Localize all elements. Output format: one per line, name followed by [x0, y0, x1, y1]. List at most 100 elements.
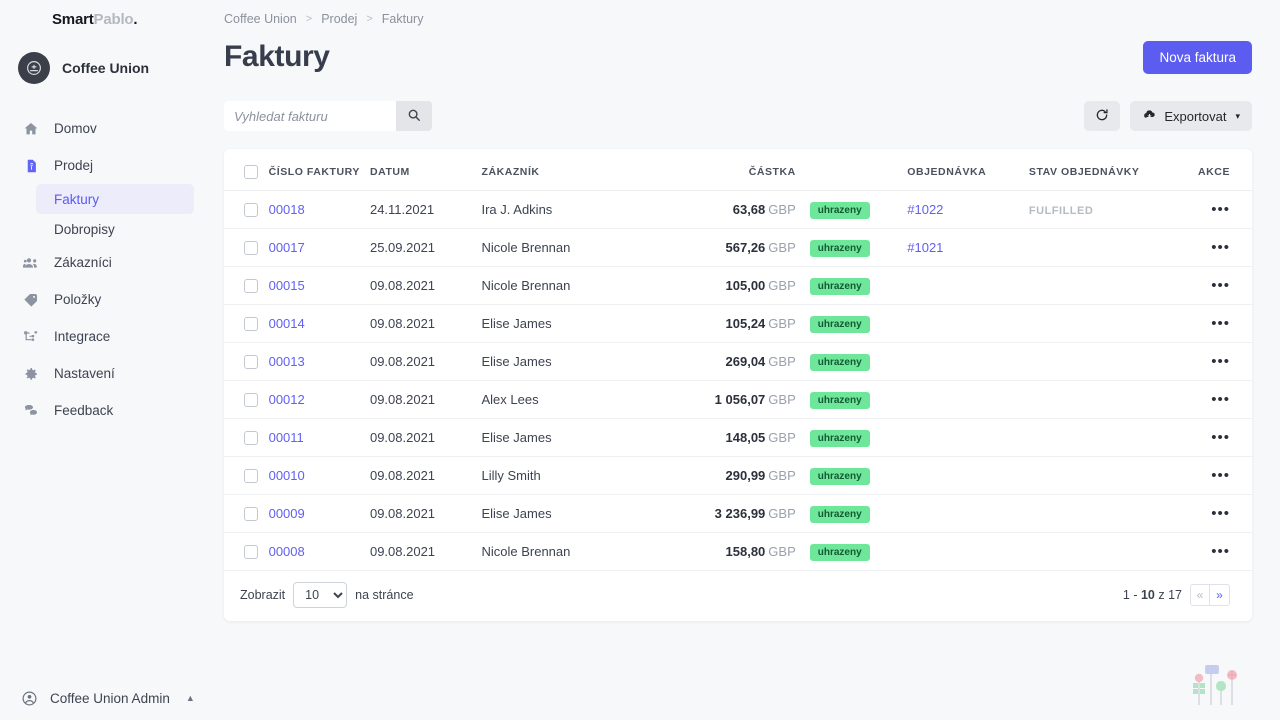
table-row[interactable]: 00008 09.08.2021 Nicole Brennan 158,80 GBP uh… — [224, 532, 1252, 571]
table-footer: Zobrazit 102550100 na stránce 1 - 10 z 1… — [224, 571, 1252, 621]
sidebar-item-dobropisy[interactable]: Dobropisy — [36, 214, 194, 244]
pagination-next-button[interactable]: » — [1210, 584, 1230, 606]
breadcrumb-item-1[interactable]: Prodej — [321, 12, 357, 26]
sidebar-item-faktury[interactable]: Faktury — [36, 184, 194, 214]
invoice-number-link[interactable]: 00013 — [269, 354, 305, 369]
order-status-text: FULFILLED — [1028, 205, 1094, 217]
breadcrumb-separator-0: > — [305, 13, 313, 25]
gear-icon — [22, 365, 40, 383]
sidebar-item-zakaznici[interactable]: Zákazníci — [0, 244, 210, 281]
row-checkbox[interactable] — [244, 506, 258, 521]
row-checkbox[interactable] — [244, 468, 258, 483]
amount-currency: GBP — [768, 316, 796, 331]
table-row[interactable]: 00014 09.08.2021 Elise James 105,24 GBP uhraz… — [224, 304, 1252, 343]
table-header-order-status[interactable]: STAV OBJEDNÁVKY — [1028, 149, 1181, 191]
sidebar-item-prodej[interactable]: Prodej — [0, 147, 210, 184]
table-row[interactable]: 00011 09.08.2021 Elise James 148,05 GBP uhraz… — [224, 418, 1252, 457]
table-header-customer[interactable]: ZÁKAZNÍK — [481, 149, 664, 191]
row-actions-menu-button[interactable]: ••• — [1211, 201, 1230, 218]
table-row[interactable]: 00009 09.08.2021 Elise James 3 236,99 GBP uhr… — [224, 494, 1252, 533]
refresh-button[interactable] — [1084, 101, 1121, 131]
row-order-cell — [907, 342, 1029, 381]
breadcrumb-item-0[interactable]: Coffee Union — [224, 12, 297, 26]
table-row[interactable]: 00012 09.08.2021 Alex Lees 1 056,07 GBP uhraz… — [224, 380, 1252, 419]
row-date-cell: 09.08.2021 — [369, 342, 482, 381]
amount-value: 290,99 — [725, 468, 766, 483]
row-checkbox[interactable] — [244, 354, 258, 369]
sidebar-user-menu[interactable]: Coffee Union Admin ▲ — [0, 676, 210, 720]
invoice-number-link[interactable]: 00009 — [269, 506, 305, 521]
org-switcher[interactable]: Coffee Union — [0, 38, 210, 98]
row-actions-menu-button[interactable]: ••• — [1211, 543, 1230, 560]
row-select-cell — [224, 532, 269, 571]
row-customer-cell: Nicole Brennan — [481, 228, 664, 267]
brand-logo[interactable]: Smart Pablo. — [0, 0, 210, 38]
row-invoice-number-cell: 00014 — [268, 304, 370, 343]
row-checkbox[interactable] — [244, 240, 258, 255]
row-checkbox[interactable] — [244, 316, 258, 331]
invoice-number-link[interactable]: 00011 — [269, 430, 304, 445]
amount-value: 269,04 — [725, 354, 766, 369]
row-select-cell — [224, 228, 269, 267]
sidebar-item-domov[interactable]: Domov — [0, 110, 210, 147]
sidebar-item-integrace[interactable]: Integrace — [0, 318, 210, 355]
row-checkbox[interactable] — [244, 430, 258, 445]
row-badge-cell: uhrazeny — [795, 494, 908, 533]
table-header-number[interactable]: ČÍSLO FAKTURY — [268, 149, 370, 191]
pagination-prev-button[interactable]: « — [1190, 584, 1210, 606]
table-row[interactable]: 00010 09.08.2021 Lilly Smith 290,99 GBP uhraz… — [224, 456, 1252, 495]
row-checkbox[interactable] — [244, 544, 258, 559]
search-button[interactable] — [396, 101, 432, 131]
row-actions-cell: ••• — [1180, 190, 1252, 229]
row-checkbox[interactable] — [244, 278, 258, 293]
search-input[interactable] — [224, 101, 396, 131]
row-checkbox[interactable] — [244, 392, 258, 407]
table-header-order[interactable]: OBJEDNÁVKA — [907, 149, 1029, 191]
invoice-number-link[interactable]: 00018 — [269, 202, 305, 217]
row-actions-menu-button[interactable]: ••• — [1211, 505, 1230, 522]
sidebar-item-polozky[interactable]: Položky — [0, 281, 210, 318]
chevron-down-icon: ▾ — [1235, 110, 1240, 121]
row-select-cell — [224, 190, 269, 229]
pagination: 1 - 10 z 17 « » — [1123, 584, 1230, 606]
table-header-select — [224, 149, 269, 191]
invoice-number-link[interactable]: 00015 — [269, 278, 305, 293]
row-actions-menu-button[interactable]: ••• — [1211, 353, 1230, 370]
sidebar-item-nastaveni[interactable]: Nastavení — [0, 355, 210, 392]
row-checkbox[interactable] — [244, 202, 258, 217]
invoice-number-link[interactable]: 00014 — [269, 316, 305, 331]
row-select-cell — [224, 342, 269, 381]
amount-currency: GBP — [768, 506, 796, 521]
table-header-date[interactable]: DATUM — [369, 149, 482, 191]
table-header-amount[interactable]: ČÁSTKA — [663, 149, 796, 191]
row-invoice-number-cell: 00008 — [268, 532, 370, 571]
breadcrumb-item-2[interactable]: Faktury — [382, 12, 424, 26]
row-actions-menu-button[interactable]: ••• — [1211, 429, 1230, 446]
invoice-number-link[interactable]: 00008 — [269, 544, 305, 559]
invoice-number-link[interactable]: 00017 — [269, 240, 305, 255]
table-row[interactable]: 00015 09.08.2021 Nicole Brennan 105,00 GBP uh… — [224, 266, 1252, 305]
new-invoice-button[interactable]: Nova faktura — [1143, 40, 1252, 74]
row-actions-menu-button[interactable]: ••• — [1211, 315, 1230, 332]
status-badge: uhrazeny — [809, 543, 870, 561]
row-customer-cell: Nicole Brennan — [481, 532, 664, 571]
table-row[interactable]: 00017 25.09.2021 Nicole Brennan 567,26 GBP uh… — [224, 228, 1252, 267]
order-link[interactable]: #1021 — [907, 240, 943, 255]
row-actions-menu-button[interactable]: ••• — [1211, 467, 1230, 484]
per-page-select[interactable]: 102550100 — [293, 582, 348, 608]
sidebar-item-feedback[interactable]: Feedback — [0, 392, 210, 429]
flowers-decoration-icon — [1184, 659, 1244, 712]
row-actions-menu-button[interactable]: ••• — [1211, 239, 1230, 256]
table-row[interactable]: 00013 09.08.2021 Elise James 269,04 GBP uhraz… — [224, 342, 1252, 381]
invoice-number-link[interactable]: 00010 — [269, 468, 305, 483]
amount-currency: GBP — [768, 544, 796, 559]
table-row[interactable]: 00018 24.11.2021 Ira J. Adkins 63,68 GBP uhra… — [224, 190, 1252, 229]
order-link[interactable]: #1022 — [907, 202, 943, 217]
select-all-checkbox[interactable] — [244, 165, 258, 179]
invoice-number-link[interactable]: 00012 — [269, 392, 305, 407]
row-actions-menu-button[interactable]: ••• — [1211, 391, 1230, 408]
sidebar-item-label-feedback: Feedback — [54, 403, 114, 418]
export-button[interactable]: Exportovat ▾ — [1130, 101, 1252, 131]
row-actions-menu-button[interactable]: ••• — [1211, 277, 1230, 294]
row-order-status-cell — [1028, 228, 1181, 267]
